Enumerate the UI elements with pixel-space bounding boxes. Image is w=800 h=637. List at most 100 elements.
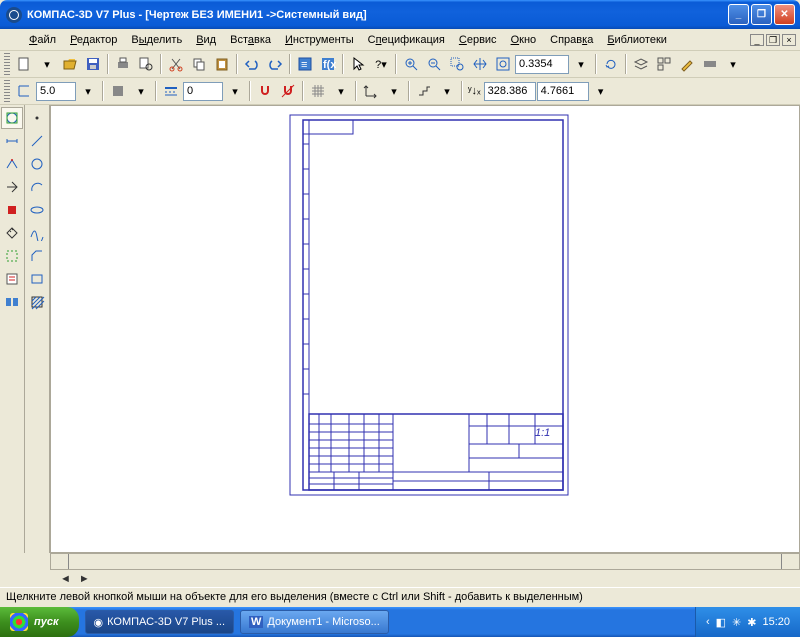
open-button[interactable] bbox=[59, 53, 81, 75]
preview-button[interactable] bbox=[135, 53, 157, 75]
tab-prev[interactable]: ◄ bbox=[56, 573, 75, 585]
app-icon bbox=[6, 7, 22, 23]
scale-input[interactable] bbox=[36, 82, 76, 101]
menu-service[interactable]: Сервис bbox=[452, 34, 504, 46]
taskbar-app-kompas[interactable]: ◉ КОМПАС-3D V7 Plus ... bbox=[85, 610, 234, 634]
rect-tool[interactable] bbox=[26, 268, 48, 290]
taskbar-app-word[interactable]: W Документ1 - Microso... bbox=[240, 610, 389, 634]
menu-editor[interactable]: Редактор bbox=[63, 34, 124, 46]
misc-dropdown[interactable]: ▾ bbox=[722, 53, 744, 75]
arc-tool[interactable] bbox=[26, 176, 48, 198]
tray-icon-2[interactable]: ◧ bbox=[716, 616, 726, 629]
draw-tool-button[interactable] bbox=[676, 53, 698, 75]
geometry-panel-button[interactable] bbox=[1, 107, 23, 129]
menu-file[interactable]: Файл bbox=[22, 34, 63, 46]
new-button[interactable] bbox=[13, 53, 35, 75]
line-tool[interactable] bbox=[26, 130, 48, 152]
step-button[interactable] bbox=[413, 80, 435, 102]
drawing-canvas[interactable]: 1:1 bbox=[50, 105, 800, 553]
pan-button[interactable] bbox=[469, 53, 491, 75]
start-button[interactable]: пуск bbox=[0, 607, 79, 637]
menu-window[interactable]: Окно bbox=[504, 34, 544, 46]
lcs-button[interactable] bbox=[360, 80, 382, 102]
grid-button[interactable] bbox=[307, 80, 329, 102]
layers-button[interactable] bbox=[630, 53, 652, 75]
symbols-panel-button[interactable] bbox=[1, 153, 23, 175]
tab-next[interactable]: ► bbox=[75, 573, 94, 585]
params-panel-button[interactable] bbox=[1, 199, 23, 221]
edit-panel-button[interactable] bbox=[1, 176, 23, 198]
circle-tool[interactable] bbox=[26, 153, 48, 175]
close-button[interactable]: ✕ bbox=[774, 4, 795, 25]
variables-button[interactable]: f(x) bbox=[317, 53, 339, 75]
zoom-in-button[interactable] bbox=[400, 53, 422, 75]
toolbar-grip-2[interactable] bbox=[4, 80, 10, 102]
snap-button[interactable] bbox=[254, 80, 276, 102]
spec-panel-button[interactable] bbox=[1, 268, 23, 290]
help-dropdown[interactable]: ?▾ bbox=[370, 53, 392, 75]
menu-select[interactable]: Выделить bbox=[124, 34, 189, 46]
menu-libraries[interactable]: Библиотеки bbox=[600, 34, 674, 46]
mdi-close[interactable]: × bbox=[782, 34, 796, 46]
measure-panel-button[interactable] bbox=[1, 222, 23, 244]
toolbar-grip[interactable] bbox=[4, 53, 10, 75]
tray-icon-3[interactable]: ✳ bbox=[732, 616, 741, 629]
zoom-window-button[interactable] bbox=[446, 53, 468, 75]
ellipse-tool[interactable] bbox=[26, 199, 48, 221]
select-panel-button[interactable] bbox=[1, 245, 23, 267]
window-title: КОМПАС-3D V7 Plus - [Чертеж БЕЗ ИМЕНИ1 -… bbox=[27, 9, 367, 21]
zoom-out-button[interactable] bbox=[423, 53, 445, 75]
paste-button[interactable] bbox=[211, 53, 233, 75]
maximize-button[interactable]: ❐ bbox=[751, 4, 772, 25]
linestyle-input[interactable] bbox=[183, 82, 223, 101]
point-tool[interactable] bbox=[26, 107, 48, 129]
menu-tools[interactable]: Инструменты bbox=[278, 34, 361, 46]
mdi-restore[interactable]: ❐ bbox=[766, 34, 780, 46]
chamfer-tool[interactable] bbox=[26, 245, 48, 267]
state-dropdown[interactable]: ▾ bbox=[130, 80, 152, 102]
clock[interactable]: 15:20 bbox=[762, 616, 790, 628]
cursor-button[interactable] bbox=[347, 53, 369, 75]
scale-dropdown[interactable]: ▾ bbox=[77, 80, 99, 102]
print-button[interactable] bbox=[112, 53, 134, 75]
ortho-button[interactable] bbox=[13, 80, 35, 102]
redo-button[interactable] bbox=[264, 53, 286, 75]
step-dropdown[interactable]: ▾ bbox=[436, 80, 458, 102]
dimensions-panel-button[interactable] bbox=[1, 130, 23, 152]
lcs-dropdown[interactable]: ▾ bbox=[383, 80, 405, 102]
save-button[interactable] bbox=[82, 53, 104, 75]
menu-spec[interactable]: Спецификация bbox=[361, 34, 452, 46]
cut-button[interactable] bbox=[165, 53, 187, 75]
zoom-dropdown[interactable]: ▾ bbox=[570, 53, 592, 75]
menu-insert[interactable]: Вставка bbox=[223, 34, 278, 46]
views-button[interactable] bbox=[653, 53, 675, 75]
mdi-minimize[interactable]: _ bbox=[750, 34, 764, 46]
snap-off-button[interactable] bbox=[277, 80, 299, 102]
tray-icon-1[interactable]: ‹ bbox=[706, 616, 710, 628]
undo-button[interactable] bbox=[241, 53, 263, 75]
left-toolbar-2 bbox=[25, 105, 50, 553]
menu-help[interactable]: Справка bbox=[543, 34, 600, 46]
hatch-tool[interactable] bbox=[26, 291, 48, 313]
system-tray[interactable]: ‹ ◧ ✳ ✱ 15:20 bbox=[695, 607, 800, 637]
copy-button[interactable] bbox=[188, 53, 210, 75]
coord-dropdown[interactable]: ▾ bbox=[590, 80, 612, 102]
properties-button[interactable]: ≡ bbox=[294, 53, 316, 75]
refresh-button[interactable] bbox=[600, 53, 622, 75]
spline-tool[interactable] bbox=[26, 222, 48, 244]
tray-icon-4[interactable]: ✱ bbox=[747, 616, 756, 629]
misc-button[interactable] bbox=[699, 53, 721, 75]
zoom-input[interactable] bbox=[515, 55, 569, 74]
zoom-fit-button[interactable] bbox=[492, 53, 514, 75]
coord-x-input[interactable] bbox=[484, 82, 536, 101]
minimize-button[interactable]: _ bbox=[728, 4, 749, 25]
horizontal-scrollbar[interactable] bbox=[50, 553, 800, 570]
linestyle-button[interactable] bbox=[160, 80, 182, 102]
new-dropdown[interactable]: ▾ bbox=[36, 53, 58, 75]
state-button[interactable] bbox=[107, 80, 129, 102]
coord-y-input[interactable] bbox=[537, 82, 589, 101]
menu-view[interactable]: Вид bbox=[189, 34, 223, 46]
linestyle-dropdown[interactable]: ▾ bbox=[224, 80, 246, 102]
grid-dropdown[interactable]: ▾ bbox=[330, 80, 352, 102]
assoc-panel-button[interactable] bbox=[1, 291, 23, 313]
